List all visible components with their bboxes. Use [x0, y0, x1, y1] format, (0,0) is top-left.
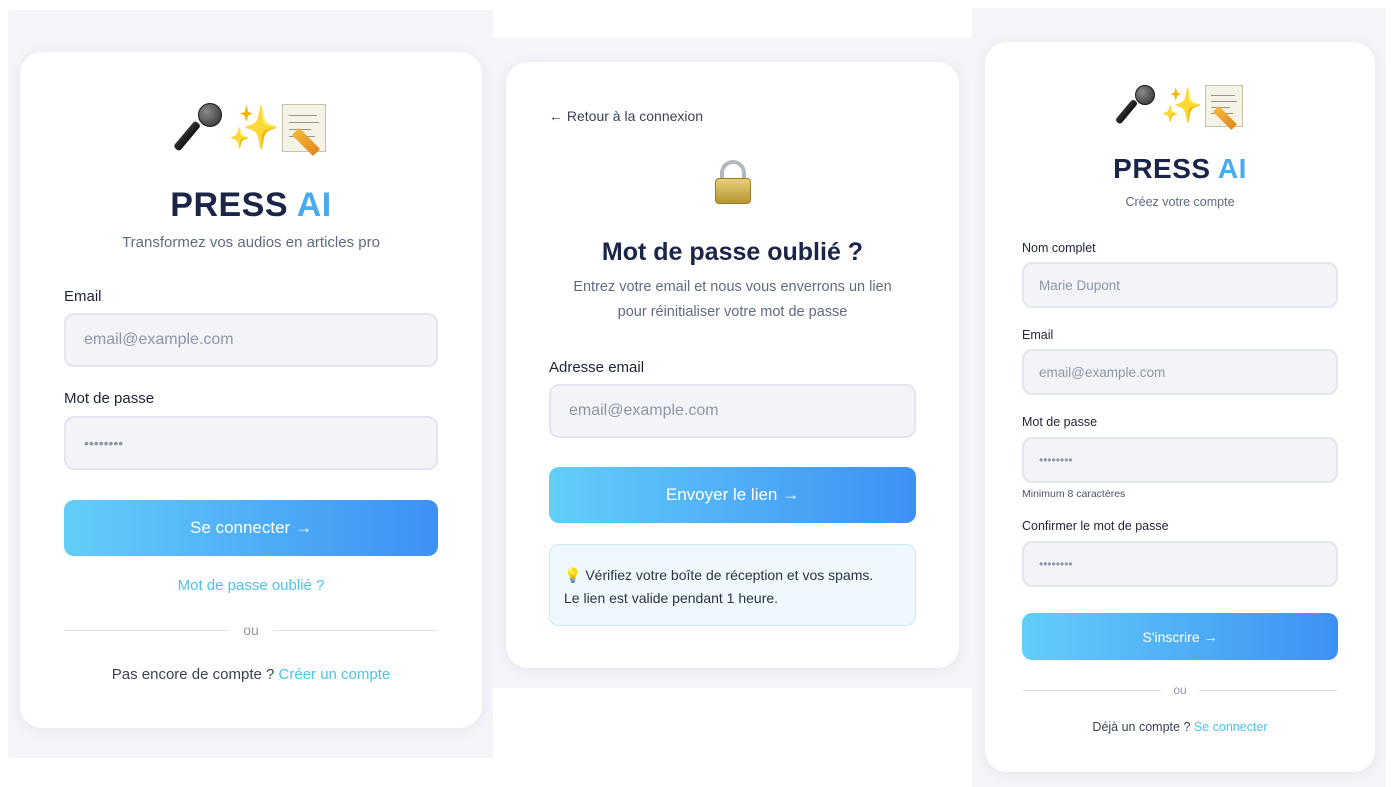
divider: ou: [64, 622, 439, 638]
confirm-password-label: Confirmer le mot de passe: [1022, 519, 1169, 533]
login-card: ✨ PRESS AI Transformez vos audios en art…: [20, 52, 482, 728]
info-line1: Vérifiez votre boîte de réception et vos…: [585, 567, 874, 583]
light-bulb-icon: 💡: [564, 567, 582, 583]
login-link[interactable]: Se connecter: [1194, 720, 1268, 734]
lock-icon: [711, 158, 755, 206]
brand-ai: AI: [296, 186, 332, 224]
microphone-icon: [1114, 83, 1159, 129]
sparkles-icon: ✨: [1160, 87, 1204, 125]
fullname-input[interactable]: [1022, 262, 1338, 308]
forgot-password-link[interactable]: Mot de passe oublié ?: [20, 577, 482, 594]
signup-logo-emojis: ✨: [985, 80, 1375, 132]
forgot-description-line1: Entrez votre email et nous vous enverron…: [573, 279, 892, 295]
sparkles-icon: ✨: [227, 104, 281, 151]
login-prompt: Déjà un compte ? Se connecter: [985, 720, 1375, 734]
info-line2: Le lien est valide pendant 1 heure.: [564, 589, 779, 606]
send-link-button[interactable]: Envoyer le lien →: [549, 467, 916, 523]
logo-emojis: ✨: [20, 98, 482, 158]
signup-prompt: Pas encore de compte ? Créer un compte: [20, 666, 482, 683]
login-button[interactable]: Se connecter →: [64, 500, 438, 556]
brand-press: PRESS: [170, 186, 289, 224]
memo-icon: [282, 104, 327, 157]
email-label: Email: [64, 288, 102, 305]
fullname-label: Nom complet: [1022, 241, 1096, 255]
signup-password-input[interactable]: [1022, 437, 1338, 483]
back-to-login-link[interactable]: ← Retour à la connexion: [549, 108, 703, 124]
signup-button[interactable]: S'inscrire →: [1022, 613, 1338, 660]
signup-brand-title: PRESS AI: [985, 153, 1375, 185]
brand-ai: AI: [1217, 153, 1247, 184]
password-input[interactable]: [64, 416, 438, 470]
password-label: Mot de passe: [64, 390, 155, 407]
forgot-password-card: ← Retour à la connexion Mot de passe oub…: [506, 62, 959, 668]
password-hint: Minimum 8 caractères: [1022, 488, 1126, 500]
divider-text: ou: [243, 622, 259, 638]
signup-divider: ou: [1022, 683, 1339, 697]
login-prompt-text: Déjà un compte ?: [1092, 720, 1191, 734]
brand-press: PRESS: [1113, 153, 1211, 184]
forgot-email-label: Adresse email: [549, 359, 645, 376]
signup-email-label: Email: [1022, 328, 1054, 342]
forgot-description-line2: pour réinitialiser votre mot de passe: [617, 304, 848, 320]
email-input[interactable]: [64, 313, 438, 367]
memo-icon: [1205, 85, 1244, 131]
info-box: 💡 Vérifiez votre boîte de réception et v…: [549, 544, 916, 626]
create-account-link[interactable]: Créer un compte: [279, 666, 391, 683]
confirm-password-input[interactable]: [1022, 541, 1338, 587]
divider-text: ou: [1173, 683, 1187, 697]
microphone-icon: [172, 101, 226, 155]
brand-title: PRESS AI: [20, 186, 482, 225]
signup-email-input[interactable]: [1022, 349, 1338, 395]
signup-card: ✨ PRESS AI Créez votre compte Nom comple…: [985, 42, 1375, 772]
tagline: Transformez vos audios en articles pro: [122, 234, 380, 251]
signup-prompt-text: Pas encore de compte ?: [111, 666, 275, 683]
signup-password-label: Mot de passe: [1022, 415, 1098, 429]
signup-subtitle: Créez votre compte: [1125, 195, 1235, 209]
forgot-email-input[interactable]: [549, 384, 916, 438]
forgot-title: Mot de passe oublié ?: [601, 238, 864, 266]
